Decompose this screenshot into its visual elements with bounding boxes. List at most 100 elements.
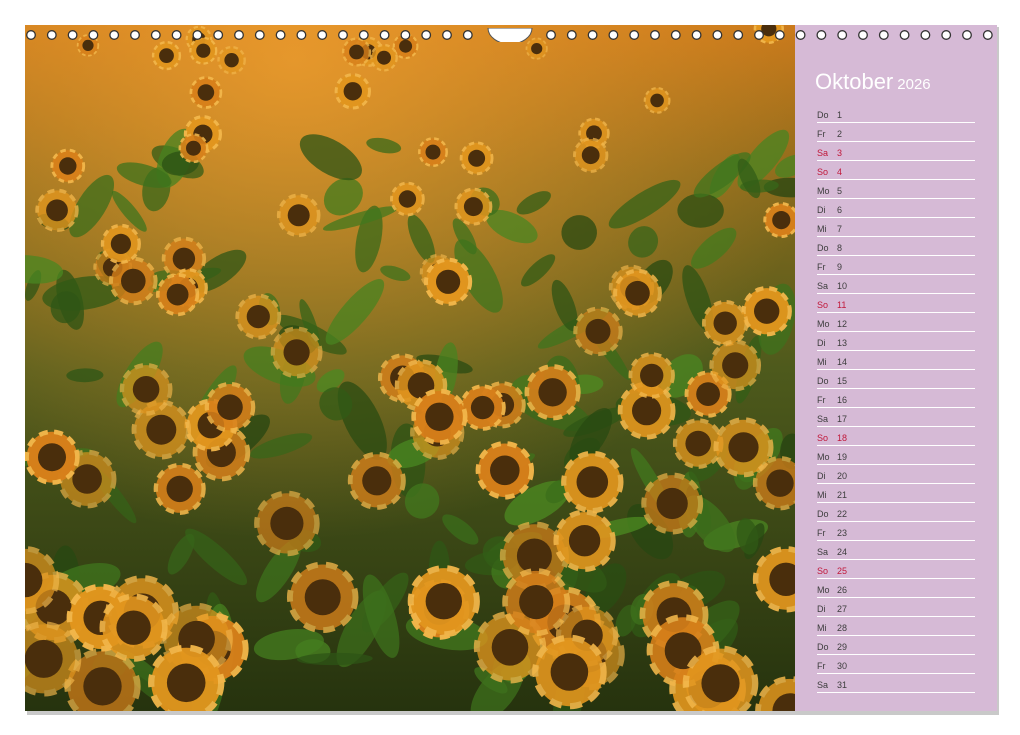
hanger-notch	[487, 28, 533, 42]
binding-hole	[296, 30, 307, 40]
day-number: 24	[837, 547, 848, 557]
sunflower	[752, 546, 795, 613]
sunflower	[628, 352, 675, 399]
weekday-label: Do	[817, 509, 829, 519]
weekday-label: Do	[817, 110, 829, 120]
binding-hole	[213, 30, 224, 40]
binding-hole	[712, 30, 723, 40]
calendar-day-row: Mo 19	[817, 445, 975, 465]
binding-hole	[234, 30, 244, 40]
binding-hole	[795, 30, 806, 40]
sunflower	[189, 76, 223, 109]
calendar-day-row: Di 27	[817, 597, 975, 617]
binding-hole	[982, 30, 993, 40]
sunflower	[334, 73, 371, 110]
sunflower	[25, 429, 80, 485]
binding-hole	[670, 30, 681, 40]
sunflower	[702, 300, 749, 347]
calendar-day-row: Sa 31	[817, 673, 975, 693]
binding-hole	[67, 30, 78, 40]
sunflower-field-photo	[25, 25, 795, 711]
binding-hole	[920, 30, 931, 40]
sunflower	[553, 509, 616, 572]
weekday-label: Do	[817, 243, 829, 253]
sunflower	[153, 462, 206, 515]
calendar-day-row: Mi 14	[817, 350, 975, 370]
binding-hole	[46, 30, 57, 40]
sunflower	[454, 187, 493, 226]
binding-hole	[546, 30, 556, 40]
binding-hole	[442, 30, 452, 40]
sunflower	[204, 381, 256, 433]
sunflower	[347, 451, 406, 510]
sunflower	[178, 133, 209, 164]
weekday-label: Sa	[817, 680, 829, 690]
day-number: 31	[837, 680, 848, 690]
weekday-label: Mo	[817, 186, 830, 196]
binding-hole	[275, 30, 286, 40]
weekday-label: Di	[817, 471, 826, 481]
sunflower	[532, 634, 607, 710]
sunflower	[100, 223, 141, 264]
sunflower	[424, 257, 473, 306]
sunflower	[459, 384, 506, 431]
day-number: 28	[837, 623, 848, 633]
day-number: 23	[837, 528, 848, 538]
weekday-label: So	[817, 433, 829, 443]
binding-hole	[608, 30, 619, 40]
weekday-label: Mo	[817, 452, 830, 462]
calendar-day-row: Do 22	[817, 502, 975, 522]
sunflower	[276, 193, 321, 238]
day-number: 25	[837, 566, 848, 576]
calendar-day-row: Sa 24	[817, 540, 975, 560]
day-number: 4	[837, 167, 843, 177]
day-number: 18	[837, 433, 848, 443]
sunflower	[709, 339, 762, 392]
spiral-binding	[25, 28, 997, 42]
binding-hole	[421, 30, 432, 40]
binding-hole	[691, 30, 702, 40]
sunflower	[641, 472, 704, 535]
sunflower	[341, 37, 372, 67]
weekday-label: Mi	[817, 357, 827, 367]
sunflower	[217, 45, 246, 75]
sunflower	[713, 417, 774, 478]
binding-hole	[962, 30, 972, 40]
calendar-day-row: Do 15	[817, 369, 975, 389]
sunflower	[741, 286, 792, 337]
binding-hole	[629, 30, 640, 40]
binding-hole	[150, 30, 161, 40]
sunflower	[502, 568, 571, 637]
day-number: 14	[837, 357, 848, 367]
day-number: 5	[837, 186, 843, 196]
calendar-day-row: Mo 12	[817, 312, 975, 332]
calendar-day-row: Do 8	[817, 236, 975, 256]
weekday-label: Do	[817, 642, 829, 652]
day-number: 21	[837, 490, 848, 500]
sunflower	[25, 621, 82, 697]
binding-hole	[171, 30, 182, 40]
weekday-label: Di	[817, 205, 826, 215]
day-number: 26	[837, 585, 848, 595]
day-number: 9	[837, 262, 843, 272]
weekday-label: Fr	[817, 129, 826, 139]
weekday-label: Sa	[817, 547, 829, 557]
binding-hole	[816, 30, 827, 40]
sunflower	[613, 268, 662, 318]
binding-hole	[650, 30, 660, 40]
binding-hole	[26, 30, 36, 40]
calendar-day-row: Sa 17	[817, 407, 975, 427]
calendar-day-row: Sa 3	[817, 141, 975, 161]
binding-hole	[733, 30, 744, 40]
weekday-label: Mi	[817, 490, 827, 500]
calendar-day-row: Sa 10	[817, 274, 975, 294]
weekday-label: Mo	[817, 319, 830, 329]
calendar-day-row: So 25	[817, 559, 975, 579]
sunflower	[235, 293, 282, 340]
weekday-label: Di	[817, 338, 826, 348]
sunflower	[99, 593, 168, 662]
weekday-label: Mi	[817, 224, 827, 234]
weekday-label: Do	[817, 376, 829, 386]
leaf-shape	[677, 193, 724, 228]
calendar-day-row: Do 29	[817, 635, 975, 655]
